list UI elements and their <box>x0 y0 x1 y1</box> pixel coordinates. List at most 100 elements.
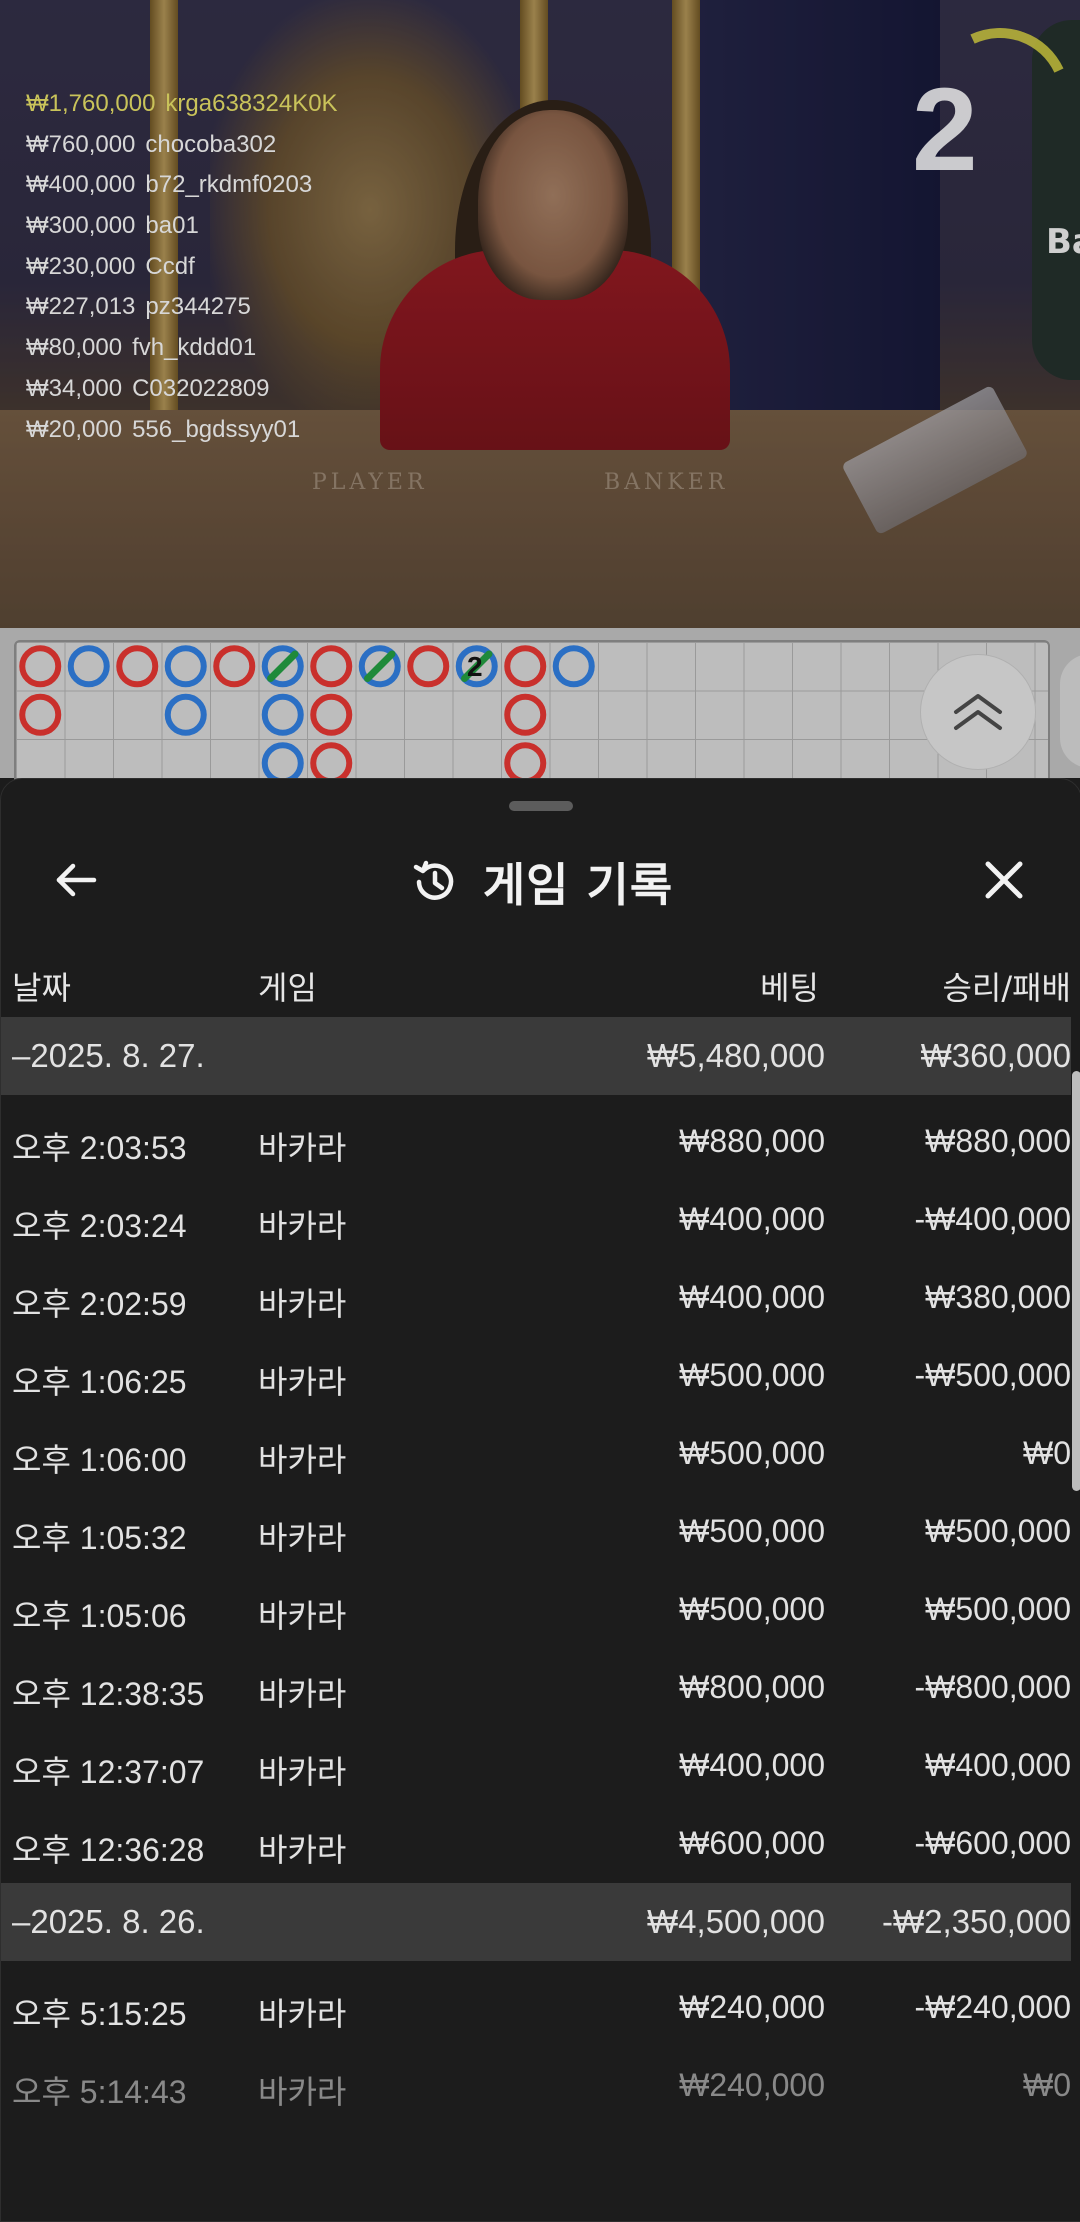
table-row[interactable]: 오후 2:03:24 바카라 ₩400,000 -₩400,000 <box>1 1181 1071 1259</box>
row-bet: ₩500,000 <box>679 1357 825 1393</box>
banker-mark <box>504 742 547 778</box>
row-time: 오후 12:36:28 <box>12 1832 205 1868</box>
table-row[interactable]: 오후 1:06:25 바카라 ₩500,000 -₩500,000 <box>1 1337 1071 1415</box>
winner-amount: ₩230,000 <box>26 252 136 280</box>
tie-mark <box>364 650 396 682</box>
winner-username: Ccdf <box>145 252 195 280</box>
group-result-total: ₩360,000 <box>920 1037 1071 1074</box>
row-bet: ₩240,000 <box>679 2067 825 2103</box>
row-game: 바카라 <box>258 1442 347 1478</box>
row-result: -₩600,000 <box>914 1825 1071 1861</box>
winner-username: chocoba302 <box>145 130 277 158</box>
winner-entry: ₩400,000 b72_rkdmf0203 <box>26 165 338 206</box>
winner-entry: ₩300,000 ba01 <box>26 206 338 247</box>
road-marks: 2 <box>19 645 595 778</box>
winner-username: pz344275 <box>145 293 251 321</box>
history-table: –2025. 8. 27. ₩5,480,000 ₩360,000 오후 2:03:5… <box>1 1017 1071 2125</box>
player-mark <box>261 693 304 736</box>
winner-username: fvh_kddd01 <box>132 334 257 362</box>
column-header-date[interactable]: 날짜 <box>12 963 71 1009</box>
column-header-bet[interactable]: 베팅 <box>760 963 819 1009</box>
row-game: 바카라 <box>258 1754 347 1790</box>
table-row[interactable]: 오후 1:05:32 바카라 ₩500,000 ₩500,000 <box>1 1493 1071 1571</box>
winner-amount: ₩227,013 <box>26 293 136 321</box>
column-header-result[interactable]: 승리/패배 <box>942 963 1071 1009</box>
row-time: 오후 12:37:07 <box>12 1754 205 1790</box>
winner-entry: ₩760,000 chocoba302 <box>26 125 338 166</box>
group-date: –2025. 8. 27. <box>12 1037 205 1074</box>
bead-road[interactable]: 2 <box>14 640 1050 780</box>
tie-mark <box>267 650 299 682</box>
player-mark <box>164 693 207 736</box>
row-result: ₩0 <box>1023 2067 1071 2103</box>
table-row[interactable]: 오후 1:05:06 바카라 ₩500,000 ₩500,000 <box>1 1571 1071 1649</box>
winner-entry: ₩230,000 Ccdf <box>26 247 338 288</box>
row-time: 오후 5:15:25 <box>12 1996 187 2032</box>
roadmap-next-panel[interactable] <box>1060 654 1080 768</box>
column-header-game[interactable]: 게임 <box>258 963 317 1009</box>
date-group-row[interactable]: –2025. 8. 27. ₩5,480,000 ₩360,000 <box>1 1017 1071 1095</box>
row-game: 바카라 <box>258 1598 347 1634</box>
row-game: 바카라 <box>258 1832 347 1868</box>
row-time: 오후 2:03:53 <box>12 1130 187 1166</box>
row-bet: ₩500,000 <box>679 1591 825 1627</box>
sheet-drag-handle[interactable] <box>509 801 573 811</box>
row-game: 바카라 <box>258 1364 347 1400</box>
winner-username: ba01 <box>145 212 199 240</box>
expand-roadmap-button[interactable] <box>920 654 1036 770</box>
winner-entry: ₩80,000 fvh_kddd01 <box>26 328 338 369</box>
row-game: 바카라 <box>258 1286 347 1322</box>
row-time: 오후 12:38:35 <box>12 1676 205 1712</box>
close-button[interactable] <box>969 845 1039 915</box>
table-row[interactable]: 오후 12:37:07 바카라 ₩400,000 ₩400,000 <box>1 1727 1071 1805</box>
history-clock-icon <box>413 860 454 900</box>
table-row[interactable]: 오후 2:03:53 바카라 ₩880,000 ₩880,000 <box>1 1103 1071 1181</box>
scrollbar[interactable] <box>1072 1071 1080 1491</box>
row-result: ₩400,000 <box>925 1747 1071 1783</box>
banker-mark <box>19 645 62 688</box>
row-result: ₩0 <box>1023 1435 1071 1471</box>
row-bet: ₩600,000 <box>679 1825 825 1861</box>
roadmap-area: 2 <box>0 628 1080 780</box>
banker-mark <box>310 693 353 736</box>
table-row[interactable]: 오후 12:36:28 바카라 ₩600,000 -₩600,000 <box>1 1805 1071 1883</box>
table-row[interactable]: 오후 1:06:00 바카라 ₩500,000 ₩0 <box>1 1415 1071 1493</box>
winner-username: krga638324K0K <box>165 90 338 117</box>
row-game: 바카라 <box>258 1208 347 1244</box>
banker-mark <box>310 742 353 778</box>
table-row[interactable]: 오후 2:02:59 바카라 ₩400,000 ₩380,000 <box>1 1259 1071 1337</box>
table-row[interactable]: 오후 5:15:25 바카라 ₩240,000 -₩240,000 <box>1 1969 1071 2047</box>
game-history-sheet: 게임 기록 날짜 게임 베팅 승리/패배 –2025. 8. 27. ₩5,480… <box>0 778 1080 2222</box>
table-header: 날짜 게임 베팅 승리/패배 <box>1 955 1080 1015</box>
row-time: 오후 1:05:06 <box>12 1598 187 1634</box>
row-result: ₩380,000 <box>925 1279 1071 1315</box>
winner-amount: ₩300,000 <box>26 212 136 240</box>
sheet-header: 게임 기록 <box>1 819 1080 939</box>
banker-mark <box>504 645 547 688</box>
row-game: 바카라 <box>258 2074 347 2110</box>
row-bet: ₩500,000 <box>679 1513 825 1549</box>
row-time: 오후 1:06:25 <box>12 1364 187 1400</box>
row-bet: ₩400,000 <box>679 1747 825 1783</box>
date-group-row[interactable]: –2025. 8. 26. ₩4,500,000 -₩2,350,000 <box>1 1883 1071 1961</box>
row-game: 바카라 <box>258 1130 347 1166</box>
winner-amount: ₩34,000 <box>26 374 123 402</box>
table-row[interactable]: 오후 12:38:35 바카라 ₩800,000 -₩800,000 <box>1 1649 1071 1727</box>
banker-mark <box>310 645 353 688</box>
row-result: ₩880,000 <box>925 1123 1071 1159</box>
player-mark <box>164 645 207 688</box>
group-bet-total: ₩4,500,000 <box>647 1903 825 1940</box>
group-date: –2025. 8. 26. <box>12 1903 205 1940</box>
row-time: 오후 1:06:00 <box>12 1442 187 1478</box>
row-bet: ₩400,000 <box>679 1279 825 1315</box>
banker-mark <box>19 693 62 736</box>
row-game: 바카라 <box>258 1996 347 2032</box>
banker-mark <box>407 645 450 688</box>
winner-entry: ₩1,760,000 krga638324K0K <box>26 84 338 125</box>
winner-amount: ₩400,000 <box>26 171 136 199</box>
row-time: 오후 5:14:43 <box>12 2074 187 2110</box>
winner-username: b72_rkdmf0203 <box>145 171 313 199</box>
row-result: -₩500,000 <box>914 1357 1071 1393</box>
table-row[interactable]: 오후 5:14:43 바카라 ₩240,000 ₩0 <box>1 2047 1071 2125</box>
row-game: 바카라 <box>258 1520 347 1556</box>
